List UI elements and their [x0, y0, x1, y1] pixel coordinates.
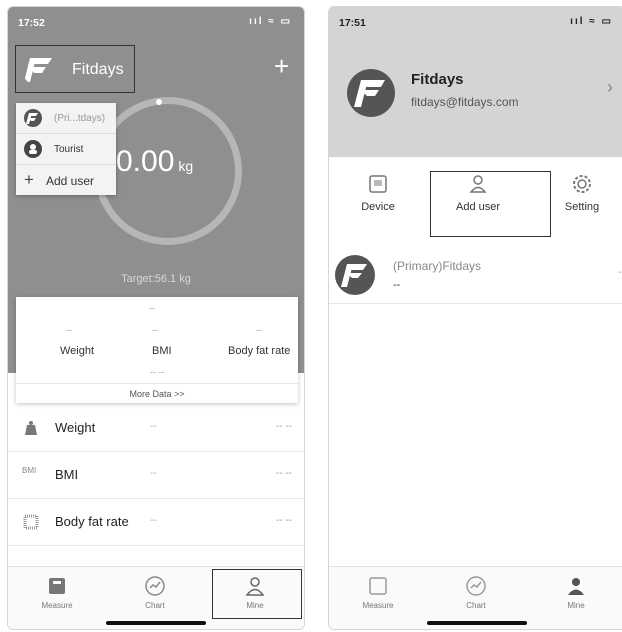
metric-row-value: -- — [150, 468, 157, 479]
profile-email: fitdays@fitdays.com — [411, 95, 519, 109]
user-list-row[interactable]: (Primary)Fitdays -- -- — [329, 245, 622, 304]
metric-value: -- — [256, 325, 262, 335]
status-bar: 17:52 ııl ≈ ▭ — [8, 7, 304, 41]
status-icons: ııl ≈ ▭ — [570, 16, 613, 27]
gear-icon — [571, 173, 593, 195]
user-row-right: -- — [618, 267, 622, 278]
status-icons: ııl ≈ ▭ — [249, 16, 292, 27]
metric-row-value: -- — [150, 421, 157, 432]
device-button[interactable]: Device — [329, 169, 427, 213]
gauge-indicator — [156, 99, 162, 105]
user-avatar — [335, 255, 375, 295]
profile-avatar[interactable] — [347, 69, 395, 117]
tab-chart[interactable]: Chart — [427, 567, 525, 629]
body-fat-icon — [22, 513, 40, 531]
metric-row-change: -- -- — [275, 421, 292, 432]
chart-icon — [465, 575, 487, 597]
weight-unit: kg — [178, 158, 194, 174]
user-value: -- — [393, 279, 401, 291]
scale-icon — [22, 419, 40, 437]
tab-chart[interactable]: Chart — [106, 567, 204, 629]
metric-row-value: -- — [150, 515, 157, 526]
tab-label: Chart — [466, 601, 486, 610]
user-switcher-button[interactable]: Fitdays — [15, 45, 135, 93]
tab-label: Measure — [41, 601, 73, 610]
tab-label: Measure — [362, 601, 394, 610]
tab-bar: Measure Chart Mine — [329, 566, 622, 629]
person-icon — [565, 575, 587, 597]
chart-icon — [144, 575, 166, 597]
tab-measure[interactable]: Measure — [329, 567, 427, 629]
dropdown-item-primary[interactable]: (Pri...tdays) — [16, 103, 116, 134]
home-indicator — [106, 621, 206, 625]
weight-value: 0.00 — [116, 145, 175, 178]
status-time: 17:52 — [18, 17, 45, 29]
tab-mine[interactable]: Mine — [527, 567, 622, 629]
tab-label: Chart — [145, 601, 165, 610]
target-weight: Target:56.1 kg — [121, 273, 191, 285]
fitdays-logo — [22, 52, 56, 86]
metric-row-body-fat[interactable]: Body fat rate -- -- -- — [8, 499, 304, 546]
right-phone-screen: 17:51 ııl ≈ ▭ Fitdays fitdays@fitdays.co… — [328, 6, 622, 630]
more-data-link[interactable]: More Data >> — [16, 383, 298, 404]
summary-bottom-dash: -- -- — [150, 367, 165, 377]
bmi-icon: BMI — [22, 466, 37, 475]
status-bar: 17:51 ııl ≈ ▭ — [329, 7, 622, 41]
action-label: Setting — [564, 201, 600, 213]
summary-top-dash: -- — [149, 303, 155, 313]
dropdown-item-add-user[interactable]: + Add user — [16, 165, 116, 195]
person-icon — [24, 140, 42, 158]
metric-row-weight[interactable]: Weight -- -- -- — [8, 405, 304, 452]
action-label: Device — [361, 201, 395, 213]
metric-value: -- — [152, 325, 158, 335]
metric-value: -- — [66, 325, 72, 335]
metric-label: BMI — [152, 345, 172, 357]
summary-card: -- -- -- -- Weight BMI Body fat rate -- … — [16, 297, 298, 403]
scale-icon — [367, 575, 389, 597]
brand-name: Fitdays — [72, 61, 124, 78]
profile-name: Fitdays — [411, 71, 464, 88]
user-name: (Primary)Fitdays — [393, 259, 482, 273]
device-icon — [367, 173, 389, 195]
user-dropdown: (Pri...tdays) Tourist + Add user — [16, 103, 116, 195]
dropdown-item-tourist[interactable]: Tourist — [16, 134, 116, 165]
metric-row-label: Weight — [55, 420, 96, 435]
plus-icon: + — [24, 170, 34, 189]
dropdown-label: Add user — [46, 174, 95, 188]
add-icon[interactable]: + — [274, 51, 289, 82]
weight-readout: 0.00 kg — [116, 145, 193, 179]
tab-label: Mine — [567, 601, 585, 610]
metric-row-label: Body fat rate — [55, 514, 129, 529]
metric-row-change: -- -- — [275, 468, 292, 479]
tab-measure[interactable]: Measure — [8, 567, 106, 629]
dropdown-label: Tourist — [54, 144, 84, 155]
metric-label: Weight — [60, 345, 95, 357]
status-time: 17:51 — [339, 17, 366, 29]
metric-row-bmi[interactable]: BMI BMI -- -- -- — [8, 452, 304, 499]
dropdown-label: (Pri...tdays) — [54, 113, 106, 124]
metric-row-change: -- -- — [275, 515, 292, 526]
highlight-box — [212, 569, 302, 619]
highlight-box — [430, 171, 551, 237]
metric-row-label: BMI — [55, 467, 79, 482]
home-indicator — [427, 621, 527, 625]
chevron-right-icon[interactable]: › — [607, 77, 613, 98]
user-avatar-icon — [24, 109, 42, 127]
metric-label: Body fat rate — [228, 345, 291, 357]
scale-icon — [46, 575, 68, 597]
left-phone-screen: 17:52 ııl ≈ ▭ Fitdays + 0.00 kg Target:56… — [7, 6, 305, 630]
